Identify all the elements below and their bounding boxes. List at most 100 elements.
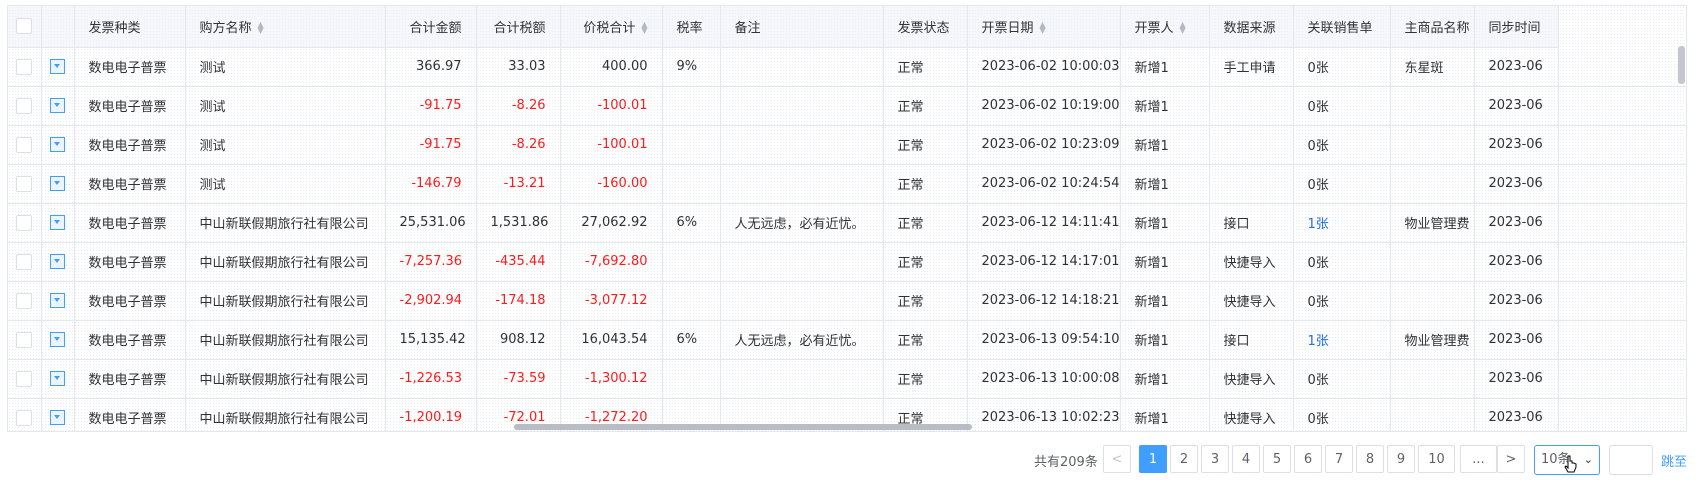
jump-page-input[interactable] xyxy=(1609,445,1653,475)
sort-caret-icon[interactable]: ▲ ▼ xyxy=(258,21,264,35)
cell-total-value: -1,272.20 xyxy=(584,410,648,425)
row-checkbox[interactable] xyxy=(16,409,33,426)
page-button-9[interactable]: 9 xyxy=(1387,445,1415,473)
select-all-checkbox[interactable] xyxy=(16,18,33,35)
cell-buyer-value: 中山新联假期旅行社有限公司 xyxy=(199,256,369,271)
cell-sales-value[interactable]: 1张 xyxy=(1308,334,1329,349)
row-checkbox[interactable] xyxy=(16,97,33,114)
table-row[interactable]: 数电电子普票 测试 -91.75 -8.26 -100.01 正常 2023-06-02 1… xyxy=(8,86,1686,126)
column-header-label: 开票日期 xyxy=(981,20,1034,36)
page-button-more[interactable]: ... xyxy=(1460,445,1497,473)
cell-total: -160.00 xyxy=(560,164,663,204)
cell-tax: 908.12 xyxy=(476,320,561,360)
total-count: 共有209条 xyxy=(1034,455,1098,470)
expand-caret-icon[interactable] xyxy=(50,137,65,152)
cell-status-value: 正常 xyxy=(897,334,924,349)
cell-rate-value: 6% xyxy=(676,215,698,230)
cell-product xyxy=(1390,242,1475,282)
column-header-buyer[interactable]: 购方名称 ▲ ▼ xyxy=(185,6,386,48)
expand-caret-icon[interactable] xyxy=(50,332,65,347)
expand-caret-icon[interactable] xyxy=(50,371,65,386)
table-row[interactable]: 数电电子普票 中山新联假期旅行社有限公司 25,531.06 1,531.86 27,0… xyxy=(8,203,1686,243)
cell-amount: 15,135.42 xyxy=(385,320,477,360)
cell-type: 数电电子普票 xyxy=(74,398,186,431)
cell-type: 数电电子普票 xyxy=(74,242,186,282)
expand-caret-icon[interactable] xyxy=(50,215,65,230)
cell-type: 数电电子普票 xyxy=(74,359,186,399)
column-header-issuer[interactable]: 开票人 ▲ ▼ xyxy=(1120,6,1210,48)
page-button-1[interactable]: 1 xyxy=(1139,445,1167,473)
column-header-label: 主商品名称 xyxy=(1404,20,1470,36)
row-checkbox[interactable] xyxy=(16,292,33,309)
horizontal-scrollbar[interactable] xyxy=(514,424,972,430)
row-checkbox[interactable] xyxy=(16,58,33,75)
cell-source: 接口 xyxy=(1209,320,1294,360)
cell-buyer: 中山新联假期旅行社有限公司 xyxy=(185,281,386,321)
cell-overflow xyxy=(1558,242,1686,282)
cell-rate xyxy=(662,164,721,204)
expand-caret-icon[interactable] xyxy=(50,254,65,269)
page-button-2[interactable]: 2 xyxy=(1170,445,1198,473)
cell-source: 快捷导入 xyxy=(1209,281,1294,321)
table-row[interactable]: 数电电子普票 中山新联假期旅行社有限公司 15,135.42 908.12 16,043… xyxy=(8,320,1686,360)
cell-product xyxy=(1390,398,1475,431)
page-button-6[interactable]: 6 xyxy=(1294,445,1322,473)
cell-status: 正常 xyxy=(883,125,968,165)
cell-tax-value: -8.26 xyxy=(511,137,546,152)
column-header-date[interactable]: 开票日期 ▲ ▼ xyxy=(967,6,1121,48)
table-row[interactable]: 数电电子普票 测试 366.97 33.03 400.00 9% 正常 2023-06-02 … xyxy=(8,47,1686,87)
cell-status-value: 正常 xyxy=(897,256,924,271)
chevron-down-icon: ⌄ xyxy=(1583,453,1593,466)
sort-caret-icon[interactable]: ▲ ▼ xyxy=(1040,21,1046,35)
sort-caret-icon[interactable]: ▲ ▼ xyxy=(641,21,647,35)
page-button-8[interactable]: 8 xyxy=(1356,445,1384,473)
expand-caret-icon[interactable] xyxy=(50,293,65,308)
cell-type: 数电电子普票 xyxy=(74,320,186,360)
cell-sales-value: 0张 xyxy=(1307,256,1329,271)
jump-label[interactable]: 跳至 xyxy=(1661,451,1687,470)
cell-sales: 0张 xyxy=(1293,164,1391,204)
vertical-scrollbar[interactable] xyxy=(1678,46,1685,84)
expand-caret-icon[interactable] xyxy=(50,176,65,191)
table-row[interactable]: 数电电子普票 测试 -146.79 -13.21 -160.00 正常 2023-06-02… xyxy=(8,164,1686,204)
cell-remark xyxy=(720,164,884,204)
expand-caret-icon[interactable] xyxy=(50,98,65,113)
row-checkbox[interactable] xyxy=(16,331,33,348)
row-checkbox[interactable] xyxy=(16,175,33,192)
cell-date-value: 2023-06-13 10:02:23 xyxy=(981,410,1120,425)
table-row[interactable]: 数电电子普票 中山新联假期旅行社有限公司 -7,257.36 -435.44 -7,69… xyxy=(8,242,1686,282)
page-button-5[interactable]: 5 xyxy=(1263,445,1291,473)
row-checkbox[interactable] xyxy=(16,136,33,153)
cell-amount: 366.97 xyxy=(385,47,477,87)
cell-status-value: 正常 xyxy=(897,100,924,115)
column-header-label: 开票人 xyxy=(1134,20,1174,36)
row-checkbox[interactable] xyxy=(16,370,33,387)
cell-overflow xyxy=(1558,398,1686,431)
cell-type-value: 数电电子普票 xyxy=(88,373,167,388)
expand-caret-icon[interactable] xyxy=(50,410,65,425)
sort-caret-icon[interactable]: ▲ ▼ xyxy=(1180,21,1186,35)
cell-sales: 1张 xyxy=(1293,320,1391,360)
page-button-7[interactable]: 7 xyxy=(1325,445,1353,473)
cell-type: 数电电子普票 xyxy=(74,86,186,126)
cell-sales: 0张 xyxy=(1293,359,1391,399)
row-checkbox[interactable] xyxy=(16,253,33,270)
table-row[interactable]: 数电电子普票 中山新联假期旅行社有限公司 -2,902.94 -174.18 -3,07… xyxy=(8,281,1686,321)
page-button-10[interactable]: 10 xyxy=(1418,445,1455,473)
cell-product xyxy=(1390,164,1475,204)
expand-caret-icon[interactable] xyxy=(50,59,65,74)
table-row[interactable]: 数电电子普票 测试 -91.75 -8.26 -100.01 正常 2023-06-02 1… xyxy=(8,125,1686,165)
cell-amount-value: -146.79 xyxy=(411,176,462,191)
cell-sales-value[interactable]: 1张 xyxy=(1308,217,1329,232)
next-page-button[interactable]: > xyxy=(1497,445,1525,473)
page-button-3[interactable]: 3 xyxy=(1201,445,1229,473)
cell-tax-value: -73.59 xyxy=(503,371,546,386)
prev-page-button[interactable]: < xyxy=(1103,445,1131,473)
column-header-total[interactable]: 价税合计 ▲ ▼ xyxy=(560,6,663,48)
page-button-4[interactable]: 4 xyxy=(1232,445,1260,473)
cell-rate xyxy=(662,242,721,282)
table-row[interactable]: 数电电子普票 中山新联假期旅行社有限公司 -1,226.53 -73.59 -1,300… xyxy=(8,359,1686,399)
row-checkbox[interactable] xyxy=(16,214,33,231)
cell-date: 2023-06-12 14:18:21 xyxy=(967,281,1121,321)
cell-date: 2023-06-13 10:02:23 xyxy=(967,398,1121,431)
